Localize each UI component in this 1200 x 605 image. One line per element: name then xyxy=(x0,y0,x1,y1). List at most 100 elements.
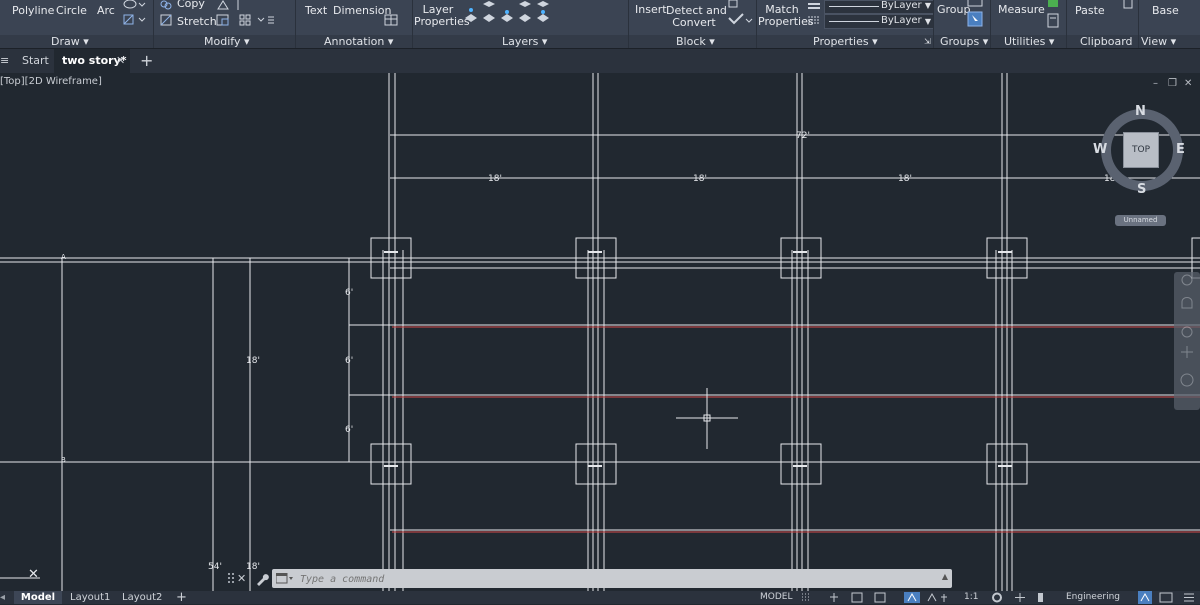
tab-model[interactable]: Model xyxy=(14,591,62,604)
dim-side-1: 6' xyxy=(345,288,353,298)
layer-properties-line2[interactable]: Properties xyxy=(414,16,470,28)
add-tab-button[interactable]: + xyxy=(140,49,153,73)
command-input[interactable] xyxy=(298,570,922,588)
command-history-arrow-icon[interactable]: ▲ xyxy=(942,572,948,581)
chevron-down-icon: ▼ xyxy=(924,1,931,10)
draw-panel-label[interactable]: Draw ▾ xyxy=(51,36,89,48)
properties-panel-label[interactable]: Properties ▾ xyxy=(813,36,878,48)
compass-north[interactable]: N xyxy=(1135,104,1146,119)
dim-bottom-1: 54' xyxy=(208,562,222,572)
ucs-menu-label: Unnamed xyxy=(1123,216,1158,224)
model-space-button[interactable]: MODEL xyxy=(760,591,792,604)
drafting-toggles-icons[interactable] xyxy=(800,592,960,603)
dimension-button[interactable]: Dimension xyxy=(333,5,391,17)
chevron-down-icon: ▼ xyxy=(924,17,931,26)
status-right-icons[interactable] xyxy=(1136,591,1200,604)
ribbon: Polyline Circle Arc Draw ▾ Copy Stretch … xyxy=(0,0,1200,48)
workspace-switch[interactable]: Engineering xyxy=(1066,591,1120,604)
compass-south[interactable]: S xyxy=(1137,182,1146,197)
nav-tools-icons xyxy=(1180,274,1194,387)
dim-bay-1: 18' xyxy=(488,174,502,184)
command-prompt-icon[interactable] xyxy=(276,573,294,584)
modify-panel-label[interactable]: Modify ▾ xyxy=(204,36,249,48)
linetype-value: ByLayer xyxy=(881,15,922,26)
dim-side-3: 6' xyxy=(345,425,353,435)
copy-clip-icon[interactable] xyxy=(1122,0,1134,10)
grid-label-b: B xyxy=(61,456,66,464)
layer-tools-icon[interactable] xyxy=(463,0,559,28)
dim-overall: 72' xyxy=(796,131,810,141)
dim-left-span: 18' xyxy=(246,356,260,366)
ucs-menu[interactable]: Unnamed xyxy=(1115,215,1166,226)
block-panel-label[interactable]: Block ▾ xyxy=(676,36,715,48)
compass-west[interactable]: W xyxy=(1093,142,1107,157)
close-icon[interactable]: ✕ xyxy=(116,49,125,73)
arc-button[interactable]: Arc xyxy=(97,5,115,17)
beam-red-lines xyxy=(392,326,1200,533)
viewcube[interactable]: N S W E TOP xyxy=(1093,104,1186,200)
tab-two-story[interactable]: two story* ✕ xyxy=(54,49,130,73)
groups-panel-label[interactable]: Groups ▾ xyxy=(940,36,988,48)
dimension-labels: 72' 18' 18' 18' 18' 6' 6' 6' 18' 54' 18'… xyxy=(61,131,1118,572)
detect-convert-line2[interactable]: Convert xyxy=(666,17,722,29)
tab-layout1[interactable]: Layout1 xyxy=(70,591,110,604)
dim-bay-3: 18' xyxy=(898,174,912,184)
workspace-gear-icon[interactable] xyxy=(990,592,1050,603)
array-icon[interactable] xyxy=(216,14,276,26)
stretch-icon xyxy=(160,14,172,26)
wrench-icon[interactable] xyxy=(255,572,269,586)
dim-side-2: 6' xyxy=(345,356,353,366)
drawing-canvas[interactable]: 72' 18' 18' 18' 18' 6' 6' 6' 18' 54' 18'… xyxy=(0,73,1200,591)
linetype-icon xyxy=(808,3,820,24)
stretch-button[interactable]: Stretch xyxy=(177,16,217,28)
block-tools-icon[interactable] xyxy=(726,0,754,28)
annotation-panel-label[interactable]: Annotation ▾ xyxy=(324,36,393,48)
command-close-icon[interactable]: ✕ xyxy=(237,572,246,585)
file-tab-bar: ≡ Start two story* ✕ + xyxy=(0,48,1200,73)
paste-button[interactable]: Paste xyxy=(1075,5,1105,17)
layout-tab-menu-icon[interactable]: ◂ xyxy=(0,591,10,604)
mirror-icon[interactable] xyxy=(216,0,256,10)
linetype-preview xyxy=(829,21,879,22)
measure-button[interactable]: Measure xyxy=(998,4,1045,16)
layers-panel-label[interactable]: Layers ▾ xyxy=(502,36,547,48)
polyline-button[interactable]: Polyline xyxy=(12,5,54,17)
compass-east[interactable]: E xyxy=(1176,142,1185,157)
viewport-minimize-button[interactable]: – xyxy=(1153,78,1158,89)
structure-lines xyxy=(0,73,1200,591)
match-properties-line2[interactable]: Properties xyxy=(758,16,814,28)
viewport-restore-button[interactable]: ❐ xyxy=(1168,78,1177,89)
calculator-icon[interactable] xyxy=(1046,0,1060,28)
navigation-bar[interactable] xyxy=(1174,272,1200,410)
copy-button[interactable]: Copy xyxy=(177,0,205,10)
status-bar: ◂ Model Layout1 Layout2 + MODEL 1:1 Engi… xyxy=(0,591,1200,604)
properties-dialog-launcher[interactable]: ⇲ xyxy=(924,36,931,48)
tab-layout2[interactable]: Layout2 xyxy=(122,591,162,604)
command-line: ▲ xyxy=(272,569,952,588)
table-icon[interactable] xyxy=(384,14,398,26)
clipboard-panel-label[interactable]: Clipboard xyxy=(1080,36,1133,48)
tab-start[interactable]: Start xyxy=(22,49,49,73)
lineweight-value: ByLayer xyxy=(881,0,922,11)
insert-button[interactable]: Insert xyxy=(635,4,667,16)
ucs-x-mark: ✕ xyxy=(28,567,39,582)
lineweight-select[interactable]: ByLayer ▼ xyxy=(824,0,934,14)
app-menu-icon[interactable]: ≡ xyxy=(0,49,10,73)
viewcube-top-face[interactable]: TOP xyxy=(1123,132,1159,168)
base-button[interactable]: Base xyxy=(1152,5,1179,17)
view-panel-label[interactable]: View ▾ xyxy=(1141,36,1176,48)
circle-button[interactable]: Circle xyxy=(56,5,87,17)
hatch-icon[interactable] xyxy=(122,14,146,26)
group-select-icon[interactable] xyxy=(966,0,986,28)
add-layout-button[interactable]: + xyxy=(176,591,187,604)
utilities-panel-label[interactable]: Utilities ▾ xyxy=(1004,36,1054,48)
annotation-scale[interactable]: 1:1 xyxy=(964,591,978,604)
grid-label-a: A xyxy=(61,253,66,261)
dim-bay-2: 18' xyxy=(693,174,707,184)
dim-bottom-2: 18' xyxy=(246,562,260,572)
copy-icon xyxy=(160,0,172,10)
text-button[interactable]: Text xyxy=(305,5,327,17)
viewport-close-button[interactable]: ✕ xyxy=(1184,78,1192,89)
linetype-select[interactable]: ByLayer ▼ xyxy=(824,14,934,29)
ellipse-icon[interactable] xyxy=(122,0,146,12)
